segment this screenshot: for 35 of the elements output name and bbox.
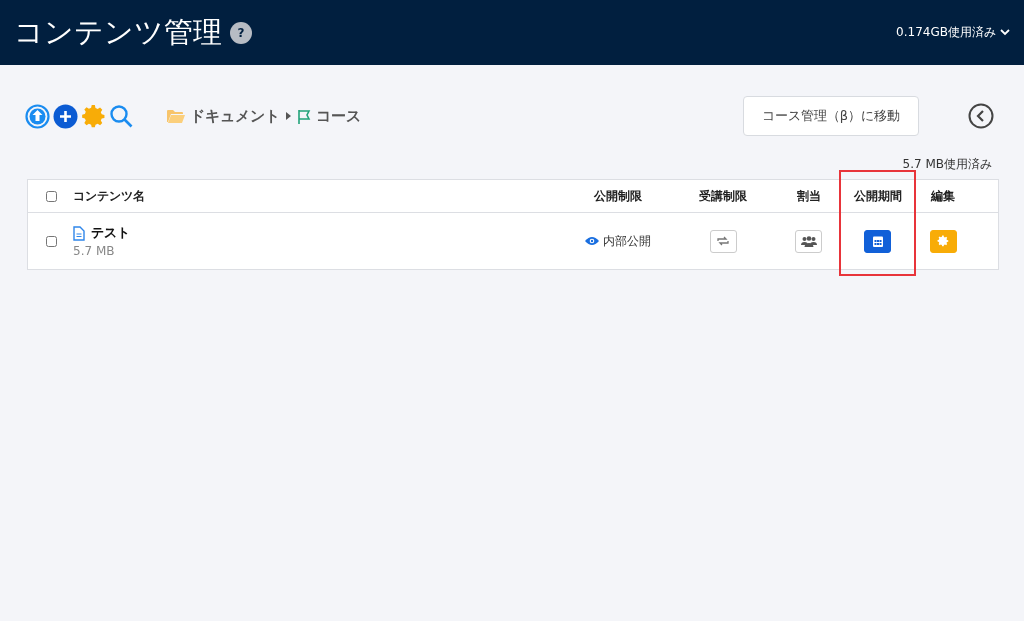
content-size: 5.7 MB [73, 244, 116, 258]
breadcrumb-link[interactable]: ドキュメント [167, 106, 280, 126]
select-all-checkbox[interactable] [46, 190, 57, 202]
column-header: コンテンツ名 [73, 187, 146, 205]
column-header: 編集 [929, 187, 956, 205]
chevron-down-icon [1000, 29, 1010, 36]
folder-icon [167, 109, 185, 123]
upload-button[interactable] [25, 103, 50, 129]
add-button[interactable] [53, 103, 78, 129]
eye-icon [585, 236, 599, 246]
flag-icon [297, 108, 311, 124]
calendar-button[interactable] [864, 229, 891, 253]
visibility-status: 内部公開 [585, 232, 651, 250]
help-badge[interactable]: ? [230, 21, 252, 44]
gear-icon [937, 235, 949, 247]
move-to-course-button[interactable]: コース管理（β）に移動 [742, 96, 919, 136]
usage-total: 5.7 MB使用済み [901, 156, 992, 173]
column-header: 割当 [795, 187, 822, 205]
storage-usage-menu[interactable]: 0.174GB使用済み [896, 24, 1010, 41]
page-title: コンテンツ管理 [14, 14, 222, 50]
document-icon [73, 225, 85, 241]
users-button[interactable] [795, 229, 822, 253]
users-icon [800, 235, 817, 247]
repeat-button[interactable] [709, 229, 737, 253]
column-header: 受講制限 [698, 187, 748, 205]
repeat-icon [716, 235, 730, 247]
column-header: 公開期間 [839, 180, 916, 212]
row-checkbox[interactable] [46, 235, 57, 247]
search-button[interactable] [109, 103, 134, 129]
calendar-icon [872, 235, 883, 247]
back-button[interactable] [968, 103, 994, 129]
chevron-right-icon [286, 112, 291, 120]
content-name[interactable]: テスト [91, 224, 130, 242]
column-header: 公開制限 [593, 187, 643, 205]
breadcrumb-link[interactable]: コース [297, 106, 361, 126]
